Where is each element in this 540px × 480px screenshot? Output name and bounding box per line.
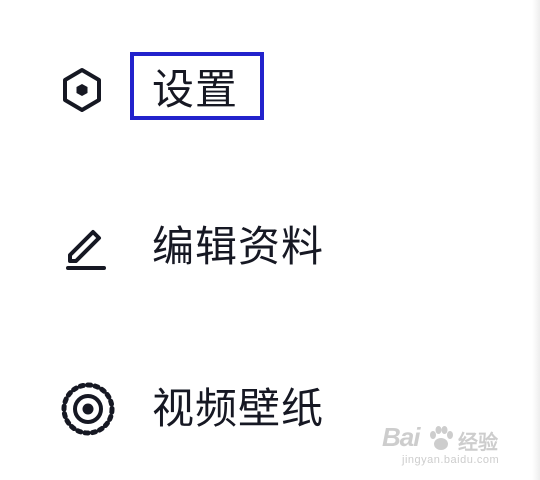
video-wallpaper-label: 视频壁纸: [152, 384, 325, 433]
pencil-edit-icon: [60, 216, 122, 278]
highlight-box: [130, 52, 264, 120]
menu-screen: 设置 编辑资料 视频壁纸 Bai 经验 jingyan.baidu.com: [0, 0, 540, 480]
wallpaper-ring-icon: [60, 378, 122, 440]
menu-item-video-wallpaper[interactable]: 视频壁纸: [60, 374, 324, 444]
watermark-url: jingyan.baidu.com: [402, 454, 500, 466]
edit-profile-label: 编辑资料: [152, 222, 325, 271]
screen-edge: [532, 0, 540, 480]
watermark-brand: Bai: [382, 422, 420, 452]
watermark-brand-cn: 经验: [458, 432, 498, 454]
settings-icon: [60, 59, 122, 121]
menu-item-edit-profile[interactable]: 编辑资料: [60, 212, 324, 282]
baidu-jingyan-watermark: Bai 经验 jingyan.baidu.com: [382, 420, 522, 470]
